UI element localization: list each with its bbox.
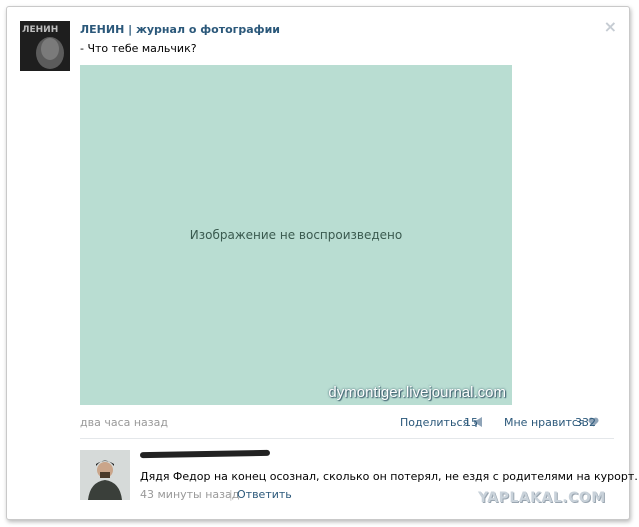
post-card: ЛЕНИН ЛЕНИН | журнал о фотографии - Что … — [6, 6, 639, 520]
share-count: 15 — [464, 416, 478, 429]
close-icon[interactable]: × — [604, 17, 617, 36]
share-label: Поделиться — [400, 416, 470, 429]
avatar-text: ЛЕНИН — [22, 25, 58, 35]
photo-watermark: dymontiger.livejournal.com — [328, 384, 506, 401]
comment-avatar[interactable] — [80, 450, 130, 500]
post-timestamp[interactable]: два часа назад — [80, 416, 168, 429]
post-text: - Что тебе мальчик? — [80, 42, 197, 55]
like-label: Мне нравится — [504, 416, 585, 429]
post-photo[interactable]: Изображение не воспроизведено dymontiger… — [80, 65, 512, 405]
comment-timestamp[interactable]: 43 минуты назад — [140, 488, 239, 501]
image-placeholder: Изображение не воспроизведено — [189, 228, 403, 242]
comment-text: Дядя Федор на конец осознал, сколько он … — [140, 470, 639, 483]
comment-separator: | — [229, 488, 233, 501]
author-avatar[interactable]: ЛЕНИН — [20, 21, 70, 71]
reply-button[interactable]: Ответить — [237, 488, 292, 501]
comments-divider — [80, 438, 614, 439]
post-author-link[interactable]: ЛЕНИН | журнал о фотографии — [80, 23, 280, 36]
site-watermark: YAPLAKAL.COM — [478, 490, 606, 506]
like-count: 332 — [575, 416, 596, 429]
comment-author-redacted — [139, 449, 271, 459]
